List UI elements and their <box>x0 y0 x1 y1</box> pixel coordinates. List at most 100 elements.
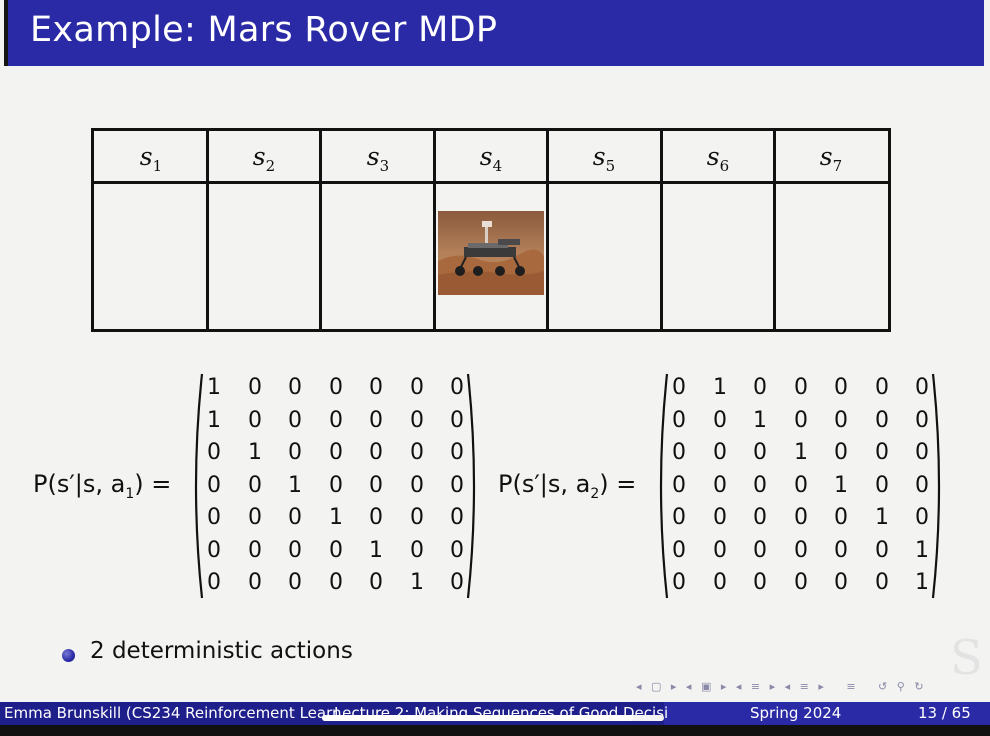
matrix-cell: 0 <box>288 570 302 595</box>
video-progress-bar[interactable] <box>322 715 664 721</box>
lhs-subscript: 1 <box>125 485 135 502</box>
matrix-cell: 0 <box>410 538 424 563</box>
matrix-cell: 0 <box>834 505 848 530</box>
player-bottom-strip <box>0 725 990 736</box>
matrix-cell: 0 <box>713 440 727 465</box>
matrix-cell: 0 <box>288 408 302 433</box>
matrix-cell: 0 <box>713 538 727 563</box>
matrix-cell: 0 <box>713 408 727 433</box>
matrix-cell: 0 <box>672 408 686 433</box>
matrix-cell: 0 <box>410 375 424 400</box>
state-index: 7 <box>832 157 843 175</box>
matrix-cell: 0 <box>713 473 727 498</box>
footer-page: 13 / 65 <box>918 704 971 722</box>
matrix-cell: 0 <box>248 538 262 563</box>
state-label: s4 <box>436 142 546 175</box>
watermark-glyph: S <box>950 630 983 686</box>
state-symbol: s <box>706 142 720 171</box>
matrix-cell: 0 <box>207 473 221 498</box>
matrix-cell: 0 <box>450 408 464 433</box>
state-index: 5 <box>605 157 616 175</box>
matrix-cell: 0 <box>753 570 767 595</box>
matrix-cell: 0 <box>248 570 262 595</box>
matrix-cell: 0 <box>450 505 464 530</box>
slide: Example: Mars Rover MDP s1 s2 s3 s4 s5 s… <box>0 0 990 736</box>
matrix-cell: 0 <box>753 505 767 530</box>
matrix-cell: 1 <box>288 473 302 498</box>
matrix-cell: 0 <box>672 440 686 465</box>
matrix-cell: 0 <box>369 505 383 530</box>
matrix-cell: 0 <box>753 375 767 400</box>
matrix-cell: 0 <box>753 538 767 563</box>
matrix-cell: 1 <box>410 570 424 595</box>
state-label: s5 <box>549 142 659 175</box>
matrix-cell: 0 <box>207 440 221 465</box>
matrix-cell: 0 <box>753 473 767 498</box>
matrix-cell: 0 <box>875 570 889 595</box>
matrix-cell: 0 <box>450 440 464 465</box>
matrix-cell: 0 <box>834 440 848 465</box>
matrix-cell: 0 <box>915 375 929 400</box>
matrix-cell: 0 <box>329 408 343 433</box>
matrix-cell: 0 <box>875 408 889 433</box>
matrix-cell: 0 <box>288 440 302 465</box>
matrix-cell: 0 <box>875 538 889 563</box>
transition-matrix-a2: 0 1 0 0 0 0 0 0 0 1 0 0 0 0 0 0 0 1 0 0 0 0 0 0 0 1 0 0 0 0 0 0 0 1 0 0 0 0 0 0… <box>653 372 947 600</box>
matrix-cell: 0 <box>794 408 808 433</box>
matrix-cell: 1 <box>875 505 889 530</box>
matrix-cell: 0 <box>794 473 808 498</box>
matrix-cell: 1 <box>915 538 929 563</box>
state-symbol: s <box>592 142 606 171</box>
state-label: s1 <box>96 142 206 175</box>
matrix-cell: 0 <box>450 375 464 400</box>
matrix-cell: 0 <box>410 440 424 465</box>
lhs-subscript: 2 <box>590 485 600 502</box>
grid-column-divider <box>319 131 322 329</box>
lhs-suffix: ) = <box>599 470 637 498</box>
state-label: s2 <box>209 142 319 175</box>
state-label: s7 <box>776 142 886 175</box>
matrix-cell: 1 <box>329 505 343 530</box>
state-index: 6 <box>719 157 730 175</box>
matrix-cell: 0 <box>875 473 889 498</box>
matrix-cell: 0 <box>450 538 464 563</box>
state-symbol: s <box>252 142 266 171</box>
matrix-cell: 1 <box>915 570 929 595</box>
matrix-cell: 0 <box>248 505 262 530</box>
matrix-cell: 0 <box>369 570 383 595</box>
state-label: s6 <box>663 142 773 175</box>
matrix-cell: 0 <box>834 570 848 595</box>
matrix-cell: 1 <box>834 473 848 498</box>
matrix-cell: 0 <box>329 375 343 400</box>
slide-title: Example: Mars Rover MDP <box>30 10 498 50</box>
equation-lhs-a2: P(s′|s, a2) = <box>498 470 636 502</box>
grid-header-divider <box>94 181 888 184</box>
beamer-navigation-icons[interactable]: ◂ ▢ ▸ ◂ ▣ ▸ ◂ ≡ ▸ ◂ ≡ ▸ ≡ ↺ ⚲ ↻ <box>636 680 927 693</box>
footer-term: Spring 2024 <box>750 704 842 722</box>
matrix-cell: 0 <box>248 375 262 400</box>
matrix-cell: 0 <box>672 505 686 530</box>
matrix-cell: 0 <box>450 473 464 498</box>
matrix-cell: 1 <box>753 408 767 433</box>
matrix-cell: 0 <box>672 375 686 400</box>
matrix-cell: 0 <box>794 375 808 400</box>
matrix-cell: 1 <box>794 440 808 465</box>
bullet-text: 2 deterministic actions <box>90 638 353 664</box>
matrix-cell: 0 <box>794 538 808 563</box>
matrix-cell: 0 <box>369 440 383 465</box>
matrix-cell: 0 <box>713 505 727 530</box>
matrix-cell: 0 <box>329 570 343 595</box>
matrix-cell: 0 <box>794 570 808 595</box>
equation-lhs-a1: P(s′|s, a1) = <box>33 470 171 502</box>
matrix-cell: 1 <box>713 375 727 400</box>
state-grid: s1 s2 s3 s4 s5 s6 s7 <box>91 128 891 332</box>
matrix-cell: 0 <box>288 505 302 530</box>
matrix-cell: 0 <box>207 538 221 563</box>
bullet-icon <box>62 649 75 662</box>
matrix-cell: 0 <box>410 408 424 433</box>
matrix-cell: 0 <box>875 375 889 400</box>
state-symbol: s <box>819 142 833 171</box>
state-index: 3 <box>379 157 390 175</box>
lhs-prefix: P(s′|s, a <box>498 470 591 498</box>
matrix-cell: 0 <box>753 440 767 465</box>
